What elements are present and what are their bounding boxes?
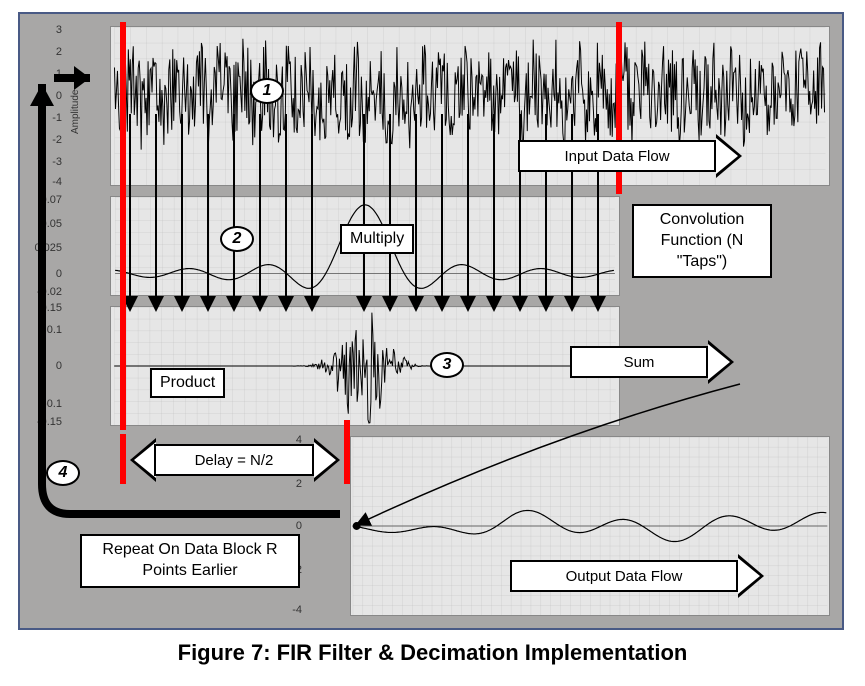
output-flow-arrow: Output Data Flow: [510, 554, 770, 598]
sum-to-output-arrow: [350, 374, 750, 534]
convolution-label: Convolution Function (N "Taps"): [632, 204, 772, 278]
multiply-label: Multiply: [340, 224, 414, 254]
loopback-arrow: [30, 54, 350, 534]
repeat-label: Repeat On Data Block R Points Earlier: [80, 534, 300, 588]
figure-caption: Figure 7: FIR Filter & Decimation Implem…: [0, 640, 865, 666]
input-flow-arrow: Input Data Flow: [518, 134, 748, 178]
diagram-frame: 3 2 1 0 -1 -2 -3 -4 Amplitude 0.07 0.05 …: [18, 12, 844, 630]
